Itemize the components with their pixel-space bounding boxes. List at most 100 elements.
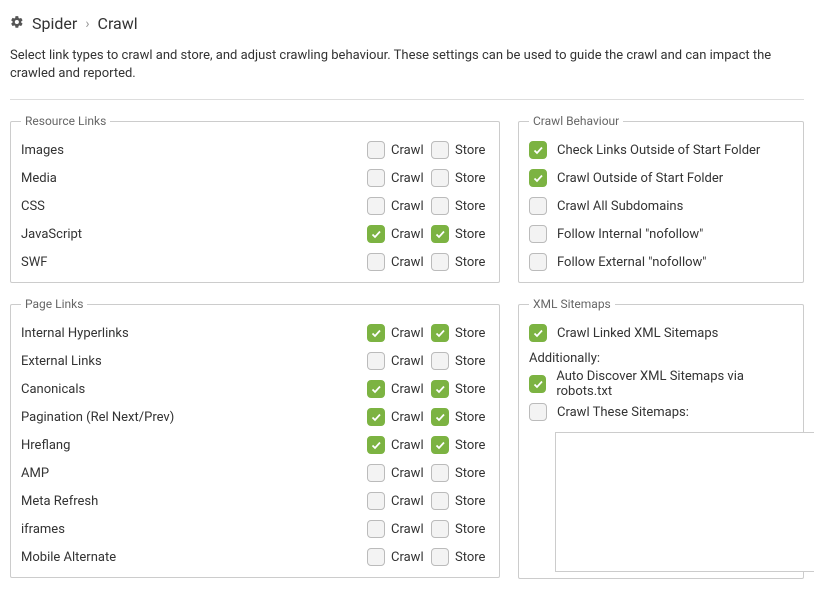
crawl-label: Crawl (391, 255, 425, 270)
checkbox-crawl[interactable] (367, 324, 385, 342)
group-page-links: Page Links Internal Hyperlinks Crawl Store… (10, 297, 500, 578)
option-label: Mobile Alternate (21, 550, 361, 565)
checkbox-crawl[interactable] (367, 141, 385, 159)
page-description: Select link types to crawl and store, an… (10, 47, 804, 99)
checkbox-store[interactable] (431, 408, 449, 426)
label-auto-discover: Auto Discover XML Sitemaps via robots.tx… (556, 369, 793, 399)
store-label: Store (455, 550, 489, 565)
option-label: Media (21, 171, 361, 186)
option-label: JavaScript (21, 227, 361, 242)
store-label: Store (455, 143, 489, 158)
crawl-label: Crawl (391, 171, 425, 186)
option-label: Check Links Outside of Start Folder (557, 143, 760, 158)
option-row: Crawl All Subdomains (529, 192, 793, 220)
checkbox-crawl[interactable] (367, 408, 385, 426)
checkbox-crawl[interactable] (367, 225, 385, 243)
store-label: Store (455, 410, 489, 425)
checkbox[interactable] (529, 169, 547, 187)
checkbox-crawl-linked-sitemaps[interactable] (529, 324, 547, 342)
option-row: AMPCrawlStore (21, 459, 489, 487)
sitemap-list-input[interactable] (555, 432, 814, 572)
breadcrumb-page: Crawl (98, 14, 138, 33)
option-label: SWF (21, 255, 361, 270)
crawl-label: Crawl (391, 326, 425, 341)
checkbox-crawl[interactable] (367, 352, 385, 370)
option-row: Pagination (Rel Next/Prev)CrawlStore (21, 403, 489, 431)
group-title: Resource Links (21, 114, 110, 128)
store-label: Store (455, 466, 489, 481)
additionally-label: Additionally: (529, 347, 793, 370)
option-label: Hreflang (21, 438, 361, 453)
xml-auto-discover-row: Auto Discover XML Sitemaps via robots.tx… (529, 370, 793, 398)
checkbox-store[interactable] (431, 548, 449, 566)
checkbox-store[interactable] (431, 169, 449, 187)
checkbox-store[interactable] (431, 352, 449, 370)
store-label: Store (455, 227, 489, 242)
checkbox-store[interactable] (431, 324, 449, 342)
option-row: CSSCrawlStore (21, 192, 489, 220)
group-resource-links: Resource Links Images Crawl Store Media Craw… (10, 114, 500, 283)
checkbox-crawl[interactable] (367, 253, 385, 271)
store-label: Store (455, 326, 489, 341)
checkbox[interactable] (529, 225, 547, 243)
group-title: Page Links (21, 297, 87, 311)
store-label: Store (455, 199, 489, 214)
gear-icon (10, 15, 24, 33)
option-label: External Links (21, 354, 361, 369)
checkbox-store[interactable] (431, 197, 449, 215)
option-row: SWFCrawlStore (21, 248, 489, 276)
option-row: Crawl Outside of Start Folder (529, 164, 793, 192)
crawl-label: Crawl (391, 227, 425, 242)
xml-crawl-these-row: Crawl These Sitemaps: (529, 398, 793, 426)
checkbox-store[interactable] (431, 141, 449, 159)
checkbox-crawl[interactable] (367, 169, 385, 187)
checkbox-crawl[interactable] (367, 520, 385, 538)
option-row: JavaScript Crawl Store (21, 220, 489, 248)
crawl-label: Crawl (391, 550, 425, 565)
option-row: HreflangCrawlStore (21, 431, 489, 459)
checkbox-store[interactable] (431, 380, 449, 398)
checkbox-crawl-these[interactable] (529, 403, 547, 421)
page-links-rows: Internal Hyperlinks Crawl Store External Li… (21, 319, 489, 571)
crawl-label: Crawl (391, 143, 425, 158)
checkbox-crawl[interactable] (367, 492, 385, 510)
option-row: Internal Hyperlinks Crawl Store (21, 319, 489, 347)
option-row: CanonicalsCrawlStore (21, 375, 489, 403)
checkbox-store[interactable] (431, 253, 449, 271)
option-row: Meta RefreshCrawlStore (21, 487, 489, 515)
option-label: Canonicals (21, 382, 361, 397)
checkbox-store[interactable] (431, 464, 449, 482)
checkbox-store[interactable] (431, 225, 449, 243)
checkbox-store[interactable] (431, 520, 449, 538)
option-label: Meta Refresh (21, 494, 361, 509)
checkbox[interactable] (529, 197, 547, 215)
option-row: Check Links Outside of Start Folder (529, 136, 793, 164)
divider (10, 99, 804, 100)
checkbox-crawl[interactable] (367, 436, 385, 454)
breadcrumb: Spider › Crawl (10, 10, 804, 47)
checkbox-store[interactable] (431, 436, 449, 454)
checkbox-crawl[interactable] (367, 197, 385, 215)
option-label: Images (21, 143, 361, 158)
option-row: Follow Internal "nofollow" (529, 220, 793, 248)
checkbox-auto-discover[interactable] (529, 375, 546, 393)
option-label: Crawl All Subdomains (557, 199, 683, 214)
label-crawl-these: Crawl These Sitemaps: (557, 405, 689, 420)
crawl-label: Crawl (391, 494, 425, 509)
checkbox-crawl[interactable] (367, 380, 385, 398)
option-label: AMP (21, 466, 361, 481)
group-title: Crawl Behaviour (529, 114, 623, 128)
checkbox[interactable] (529, 253, 547, 271)
chevron-right-icon: › (85, 16, 89, 32)
breadcrumb-root[interactable]: Spider (32, 14, 77, 33)
group-title: XML Sitemaps (529, 297, 615, 311)
crawl-label: Crawl (391, 354, 425, 369)
checkbox-crawl[interactable] (367, 464, 385, 482)
crawl-label: Crawl (391, 438, 425, 453)
checkbox-crawl[interactable] (367, 548, 385, 566)
option-label: Internal Hyperlinks (21, 326, 361, 341)
store-label: Store (455, 522, 489, 537)
checkbox[interactable] (529, 141, 547, 159)
checkbox-store[interactable] (431, 492, 449, 510)
store-label: Store (455, 171, 489, 186)
